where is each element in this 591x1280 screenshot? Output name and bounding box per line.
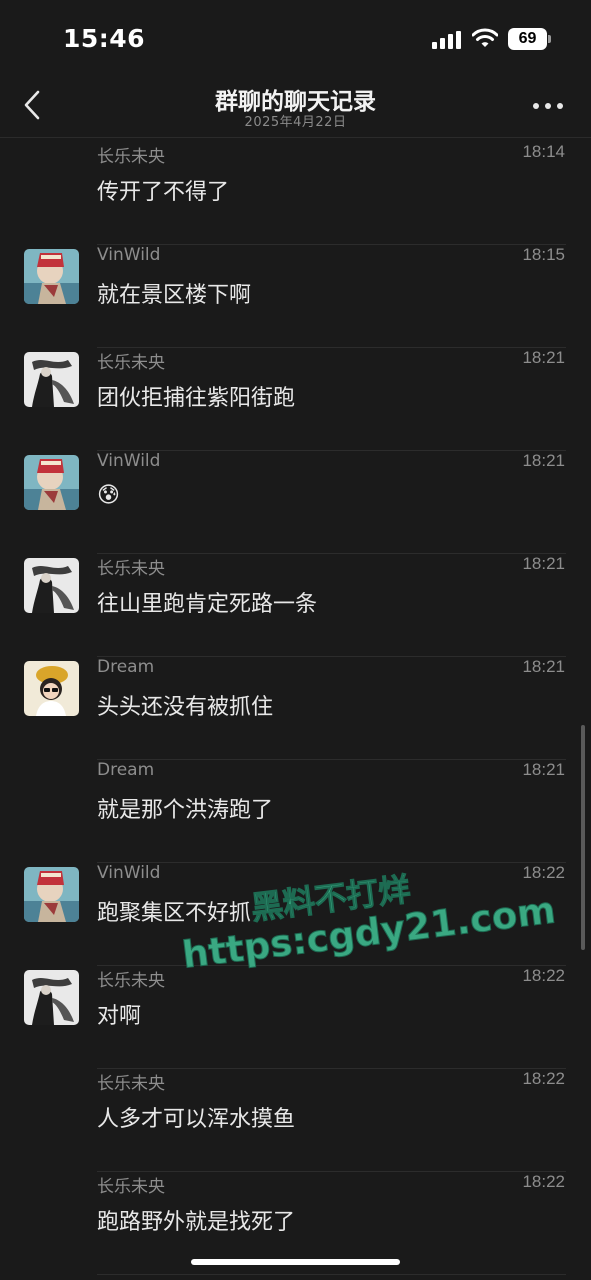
message-text[interactable]: 团伙拒捕往紫阳街跑 (97, 380, 295, 412)
sender-name: VinWild (97, 245, 161, 265)
battery-level: 69 (508, 28, 547, 50)
message-time: 18:21 (522, 554, 565, 573)
home-indicator[interactable] (191, 1259, 400, 1265)
message-item: Dream 18:21 就是那个洪涛跑了 (0, 760, 591, 863)
sender-name: 长乐未央 (97, 971, 165, 991)
message-item: VinWild 18:15 就在景区楼下啊 (0, 245, 591, 348)
battery-indicator: 69 (508, 28, 552, 50)
message-text[interactable]: 头头还没有被抓住 (97, 689, 273, 721)
message-item: 长乐未央 18:21 往山里跑肯定死路一条 (0, 554, 591, 657)
more-dots-icon[interactable] (531, 100, 565, 112)
avatar-dream[interactable] (24, 661, 79, 716)
sender-name: 长乐未央 (97, 1074, 165, 1094)
message-item: 长乐未央 18:14 传开了不得了 (0, 142, 591, 245)
message-text[interactable]: 传开了不得了 (97, 174, 229, 206)
page-subtitle: 2025年4月22日 (244, 115, 347, 130)
message-text[interactable]: 往山里跑肯定死路一条 (97, 586, 317, 618)
message-time: 18:21 (522, 348, 565, 367)
status-time: 15:46 (63, 24, 146, 53)
signal-icon (432, 31, 461, 49)
battery-tip (548, 35, 551, 43)
message-time: 18:21 (522, 657, 565, 676)
message-time: 18:22 (522, 966, 565, 985)
sender-name: VinWild (97, 863, 161, 883)
message-item: VinWild 18:21 😰 (0, 451, 591, 554)
message-item: Dream 18:21 头头还没有被抓住 (0, 657, 591, 760)
avatar-changle[interactable] (24, 352, 79, 407)
sender-name: Dream (97, 760, 155, 780)
avatar-changle[interactable] (24, 558, 79, 613)
wifi-icon (472, 28, 498, 47)
message-text[interactable]: 就在景区楼下啊 (97, 277, 251, 309)
sender-name: 长乐未央 (97, 353, 165, 373)
avatar-changle[interactable] (24, 970, 79, 1025)
sender-name: 长乐未央 (97, 147, 165, 167)
message-item: 长乐未央 18:21 团伙拒捕往紫阳街跑 (0, 348, 591, 451)
message-time: 18:21 (522, 760, 565, 779)
message-item: 长乐未央 18:22 对啊 (0, 966, 591, 1069)
sender-name: 长乐未央 (97, 559, 165, 579)
message-text[interactable]: 人多才可以浑水摸鱼 (97, 1101, 295, 1133)
message-list[interactable]: 长乐未央 18:14 传开了不得了 VinWild 18:15 就在景区楼下啊 (0, 139, 591, 1280)
message-text[interactable]: 就是那个洪涛跑了 (97, 792, 273, 824)
message-emoji[interactable]: 😰 (97, 483, 120, 508)
message-time: 18:15 (522, 245, 565, 264)
avatar-vinwild[interactable] (24, 867, 79, 922)
message-time: 18:22 (522, 863, 565, 882)
message-text[interactable]: 对啊 (97, 998, 141, 1030)
divider (97, 1274, 566, 1275)
status-bar: 15:46 69 (0, 0, 591, 80)
message-time: 18:14 (522, 142, 565, 161)
message-item: VinWild 18:22 跑聚集区不好抓 (0, 863, 591, 966)
message-text[interactable]: 跑路野外就是找死了 (97, 1204, 295, 1236)
avatar-vinwild[interactable] (24, 249, 79, 304)
scrollbar[interactable] (581, 725, 585, 950)
sender-name: Dream (97, 657, 155, 677)
sender-name: 长乐未央 (97, 1177, 165, 1197)
sender-name: VinWild (97, 451, 161, 471)
message-text[interactable]: 跑聚集区不好抓 (97, 895, 251, 927)
message-time: 18:21 (522, 451, 565, 470)
nav-bar: 群聊的聊天记录 2025年4月22日 (0, 80, 591, 138)
message-time: 18:22 (522, 1069, 565, 1088)
message-item: 长乐未央 18:22 人多才可以浑水摸鱼 (0, 1069, 591, 1172)
avatar-vinwild[interactable] (24, 455, 79, 510)
message-time: 18:22 (522, 1172, 565, 1191)
